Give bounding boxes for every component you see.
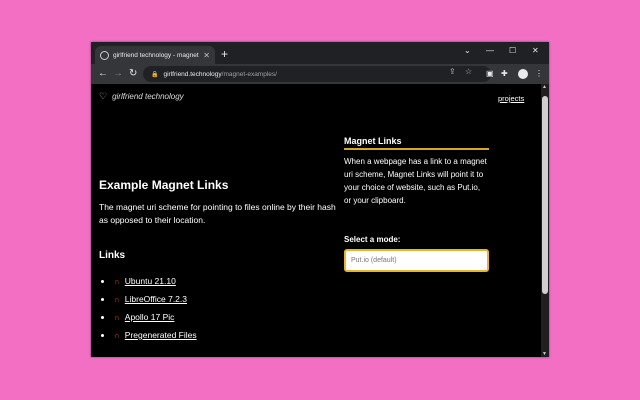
tab-search-icon[interactable]: ⌄ [464, 45, 471, 57]
page-content: ♡ girlfriend technology Example Magnet L… [91, 84, 541, 357]
logo-text: girlfriend technology [112, 92, 184, 101]
close-window-icon[interactable]: ✕ [532, 45, 539, 57]
magnet-icon: ∩ [114, 312, 120, 322]
magnet-link-apollo[interactable]: Apollo 17 Pic [125, 312, 175, 322]
close-tab-icon[interactable]: ✕ [203, 51, 210, 60]
share-icon[interactable]: ⇪ [449, 67, 456, 77]
extension-description: When a webpage has a link to a magnet ur… [344, 157, 487, 205]
bookmark-star-icon[interactable]: ☆ [465, 67, 472, 77]
list-item: ∩ Ubuntu 21.10 [101, 272, 197, 290]
heart-icon: ♡ [99, 91, 108, 101]
tab-strip: girlfriend technology - magnet ✕ + ⌄ — ☐… [91, 42, 549, 64]
reload-icon[interactable]: ↻ [129, 67, 137, 81]
site-logo[interactable]: ♡ girlfriend technology [99, 91, 184, 102]
puzzle-icon[interactable]: ✚ [501, 68, 508, 80]
lock-icon[interactable]: 🔒 [151, 71, 158, 78]
favicon-icon [100, 50, 109, 60]
page-title: Example Magnet Links [99, 178, 229, 192]
bullet [101, 297, 104, 301]
magnet-link-pregenerated[interactable]: Pregenerated Files [125, 330, 197, 340]
address-bar[interactable]: 🔒 girlfriend.technology/magnet-examples/ [143, 66, 491, 82]
list-item: ∩ Apollo 17 Pic [101, 308, 197, 326]
scroll-up-icon[interactable]: ▲ [542, 84, 547, 90]
url-text[interactable]: girlfriend.technology/magnet-examples/ [163, 71, 276, 78]
browser-toolbar: ← → ↻ 🔒 girlfriend.technology/magnet-exa… [91, 64, 549, 84]
magnet-icon: ∩ [114, 276, 120, 286]
menu-icon[interactable]: ⋮ [535, 68, 543, 80]
mode-select[interactable]: Put.io (default) [344, 249, 489, 272]
back-icon[interactable]: ← [98, 67, 108, 81]
magnet-link-list: ∩ Ubuntu 21.10 ∩ LibreOffice 7.2.3 ∩ Apo… [101, 272, 197, 344]
magnet-link-ubuntu[interactable]: Ubuntu 21.10 [125, 276, 176, 286]
magnet-icon: ∩ [114, 330, 120, 340]
magnet-icon: ∩ [114, 294, 120, 304]
links-heading: Links [99, 250, 126, 261]
mode-label: Select a mode: [344, 235, 401, 244]
projects-link[interactable]: projects [498, 94, 524, 103]
tab-title: girlfriend technology - magnet [113, 51, 199, 59]
browser-tab[interactable]: girlfriend technology - magnet ✕ [95, 46, 215, 64]
scroll-thumb[interactable] [542, 96, 548, 294]
bullet [101, 279, 104, 283]
scroll-down-icon[interactable]: ▼ [542, 351, 547, 357]
list-item: ∩ LibreOffice 7.2.3 [101, 290, 197, 308]
new-tab-icon[interactable]: + [221, 47, 228, 61]
browser-window: girlfriend technology - magnet ✕ + ⌄ — ☐… [91, 42, 549, 357]
bullet [101, 315, 104, 319]
bullet [101, 333, 104, 337]
list-item: ∩ Pregenerated Files [101, 326, 197, 344]
extension-popup-title: Magnet Links [344, 136, 489, 150]
extension-icon[interactable]: ▣ [486, 68, 494, 80]
minimize-icon[interactable]: — [486, 45, 494, 57]
forward-icon[interactable]: → [113, 67, 123, 81]
profile-avatar[interactable] [518, 69, 528, 79]
magnet-link-libreoffice[interactable]: LibreOffice 7.2.3 [125, 294, 187, 304]
maximize-icon[interactable]: ☐ [509, 45, 516, 57]
scrollbar[interactable]: ▲ ▼ [541, 84, 549, 357]
intro-text: The magnet uri scheme for pointing to fi… [99, 202, 336, 225]
